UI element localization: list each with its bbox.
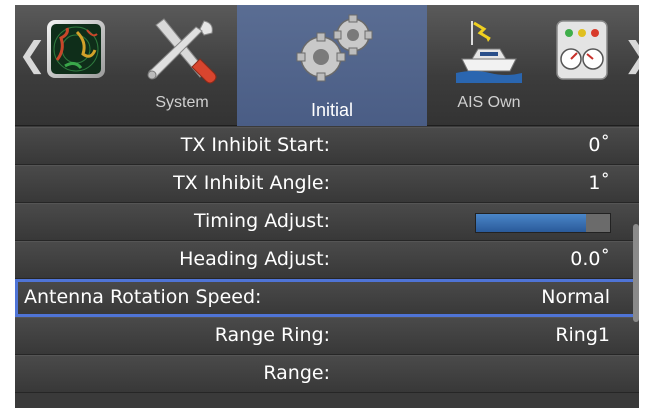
setting-value: Ring1 xyxy=(555,324,610,346)
setting-row-timing-adjust[interactable]: Timing Adjust: xyxy=(15,203,639,241)
tab-alarm[interactable] xyxy=(551,5,623,126)
setting-value: 0˚ xyxy=(588,134,610,156)
tab-initial-label: Initial xyxy=(310,100,354,120)
setting-row-tx-inhibit-start[interactable]: TX Inhibit Start: 0˚ xyxy=(15,127,639,165)
gears-icon xyxy=(296,14,373,82)
tab-initial[interactable]: Initial xyxy=(237,5,427,126)
timing-adjust-fill xyxy=(476,214,586,232)
tab-ais-own[interactable]: AIS Own xyxy=(427,5,551,126)
setting-label: TX Inhibit Start: xyxy=(180,134,330,156)
setting-label: Range Ring: xyxy=(214,324,330,346)
timing-adjust-slider[interactable] xyxy=(475,213,611,233)
scroll-right-arrow-icon[interactable]: ❯ xyxy=(623,35,639,75)
setting-row-heading-adjust[interactable]: Heading Adjust: 0.0˚ xyxy=(15,241,639,279)
radar-icon xyxy=(47,20,105,78)
tools-icon xyxy=(147,18,217,84)
tab-ais-own-label: AIS Own xyxy=(457,94,521,111)
boat-icon xyxy=(456,21,522,83)
setting-value: 1˚ xyxy=(588,172,610,194)
setting-value: Normal xyxy=(541,286,610,308)
setting-row-range-ring[interactable]: Range Ring: Ring1 xyxy=(15,317,639,355)
settings-list: TX Inhibit Start: 0˚ TX Inhibit Angle: 1… xyxy=(15,127,639,393)
tab-bar: ❮ System Initial AIS Own xyxy=(15,5,639,126)
setting-row-antenna-rotation-speed[interactable]: Antenna Rotation Speed: Normal xyxy=(15,279,639,317)
setting-label: Timing Adjust: xyxy=(193,210,330,232)
gauges-icon xyxy=(556,20,608,80)
setting-row-tx-inhibit-angle[interactable]: TX Inhibit Angle: 1˚ xyxy=(15,165,639,203)
setting-row-range[interactable]: Range: xyxy=(15,355,639,393)
setting-label: Heading Adjust: xyxy=(179,248,330,270)
list-scrollbar[interactable] xyxy=(633,224,639,322)
setting-value: 0.0˚ xyxy=(570,248,610,270)
tab-radar[interactable] xyxy=(33,5,117,126)
setting-label: Antenna Rotation Speed: xyxy=(24,286,262,308)
setting-label: Range: xyxy=(263,362,330,384)
tab-system-label: System xyxy=(155,94,209,111)
radar-settings-screen: ❮ System Initial AIS Own TX Inhibit Star… xyxy=(15,5,639,408)
tab-system[interactable]: System xyxy=(127,5,237,126)
setting-label: TX Inhibit Angle: xyxy=(173,172,330,194)
